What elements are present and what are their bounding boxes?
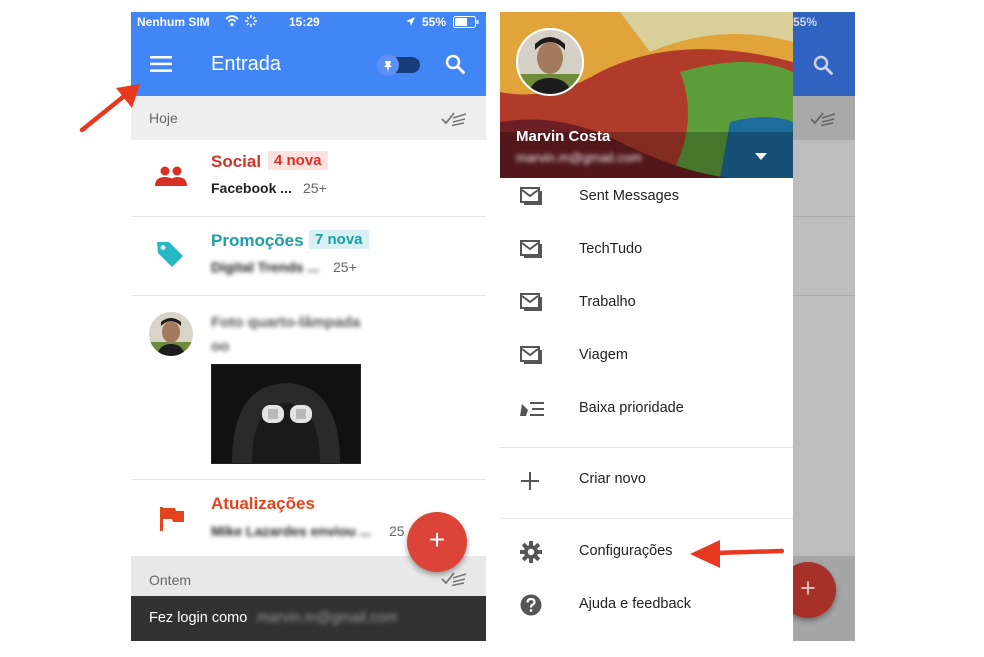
label-mail-icon	[520, 187, 542, 205]
drawer-item-label: Configurações	[579, 543, 673, 559]
status-bar: Nenhum SIM 15:29 55%	[131, 12, 486, 32]
account-dropdown-icon[interactable]	[755, 153, 767, 160]
label-mail-icon	[520, 346, 542, 364]
help-feedback-button[interactable]: Ajuda e feedback	[500, 579, 793, 632]
sender-snippet: Facebook ...	[211, 180, 292, 196]
pin-toggle[interactable]	[374, 53, 422, 77]
drawer-item-techtudo[interactable]: TechTudo	[500, 224, 793, 277]
account-email: marvin.m@gmail.com	[516, 150, 642, 165]
flag-icon	[159, 506, 185, 532]
category-promotions[interactable]: Promoções 7 nova Digital Trends ... 25+	[131, 217, 486, 295]
message-count: 25+	[303, 180, 327, 196]
loading-icon	[245, 15, 257, 27]
drawer-item-label: Ajuda e feedback	[579, 596, 692, 612]
message-subject-line2: oo	[211, 338, 230, 355]
carrier-label: Nenhum SIM	[137, 15, 210, 29]
sweep-icon	[810, 110, 836, 126]
people-icon	[155, 166, 187, 186]
app-bar: Entrada	[131, 32, 486, 96]
sender-snippet: Digital Trends ...	[211, 259, 320, 275]
plus-icon	[521, 472, 539, 490]
drawer-item-label: TechTudo	[579, 241, 643, 257]
divider	[500, 518, 793, 519]
annotation-arrow-settings	[690, 540, 784, 568]
drawer-item-low-priority[interactable]: Baixa prioridade	[500, 383, 793, 436]
help-icon	[520, 594, 542, 616]
new-count-badge: 4 nova	[268, 151, 328, 170]
section-label: Ontem	[149, 572, 192, 588]
search-icon[interactable]	[445, 54, 465, 74]
divider	[793, 216, 855, 217]
account-name: Marvin Costa	[516, 128, 611, 145]
new-count-badge: 7 nova	[309, 230, 369, 249]
drawer-screen: 55% + Marvin Costa marvin.m@gmail.com Se…	[500, 12, 855, 641]
avatar	[149, 312, 193, 356]
drawer-item-trabalho[interactable]: Trabalho	[500, 277, 793, 330]
message-item[interactable]: Foto quarto-lâmpada oo	[131, 296, 486, 479]
plus-icon: +	[428, 524, 446, 555]
category-title: Promoções	[211, 231, 304, 250]
clock: 15:29	[289, 15, 320, 29]
sweep-icon[interactable]	[441, 570, 467, 586]
tag-icon	[155, 239, 185, 269]
compose-button[interactable]: +	[407, 512, 467, 572]
snackbar-text: Fez login como	[149, 610, 248, 626]
search-icon	[813, 55, 833, 75]
drawer-item-viagem[interactable]: Viagem	[500, 330, 793, 383]
message-subject: Foto quarto-lâmpada	[211, 314, 361, 331]
inbox-screen: Nenhum SIM 15:29 55% Entrada Hoje Social…	[131, 12, 486, 641]
battery-icon	[453, 16, 479, 28]
divider	[793, 295, 855, 296]
battery-percent: 55%	[422, 15, 447, 29]
drawer-item-label: Criar novo	[579, 471, 646, 487]
menu-icon[interactable]	[150, 56, 172, 72]
profile-avatar[interactable]	[516, 28, 584, 96]
drawer-item-label: Trabalho	[579, 294, 636, 310]
account-header[interactable]: Marvin Costa marvin.m@gmail.com	[500, 12, 793, 178]
section-label: Hoje	[149, 110, 178, 126]
wifi-icon	[225, 14, 239, 28]
label-mail-icon	[520, 293, 542, 311]
snackbar: Fez login como marvin.m@gmail.com	[131, 596, 486, 641]
category-title: Atualizações	[211, 494, 315, 513]
category-social[interactable]: Social 4 nova Facebook ... 25+	[131, 140, 486, 216]
divider	[500, 447, 793, 448]
section-today: Hoje	[131, 96, 486, 140]
sender-snippet: Mike Lazardes enviou ...	[211, 523, 372, 539]
drawer-item-sent-messages[interactable]: Sent Messages	[500, 171, 793, 224]
attachment-thumbnail[interactable]	[211, 364, 361, 464]
category-title: Social	[211, 152, 262, 171]
label-mail-icon	[520, 240, 542, 258]
battery-percent: 55%	[793, 15, 818, 29]
snackbar-email: marvin.m@gmail.com	[257, 610, 398, 626]
message-count: 25	[389, 523, 405, 539]
annotation-arrow-menu	[79, 84, 140, 133]
drawer-item-label: Baixa prioridade	[579, 400, 684, 416]
create-new-button[interactable]: Criar novo	[500, 454, 793, 507]
drawer-item-label: Sent Messages	[579, 188, 679, 204]
gear-icon	[520, 541, 542, 563]
message-count: 25+	[333, 259, 357, 275]
location-icon	[405, 16, 416, 27]
page-title: Entrada	[211, 53, 282, 75]
drawer-item-label: Viagem	[579, 347, 628, 363]
low-priority-icon	[520, 401, 544, 417]
sweep-icon[interactable]	[441, 110, 467, 126]
